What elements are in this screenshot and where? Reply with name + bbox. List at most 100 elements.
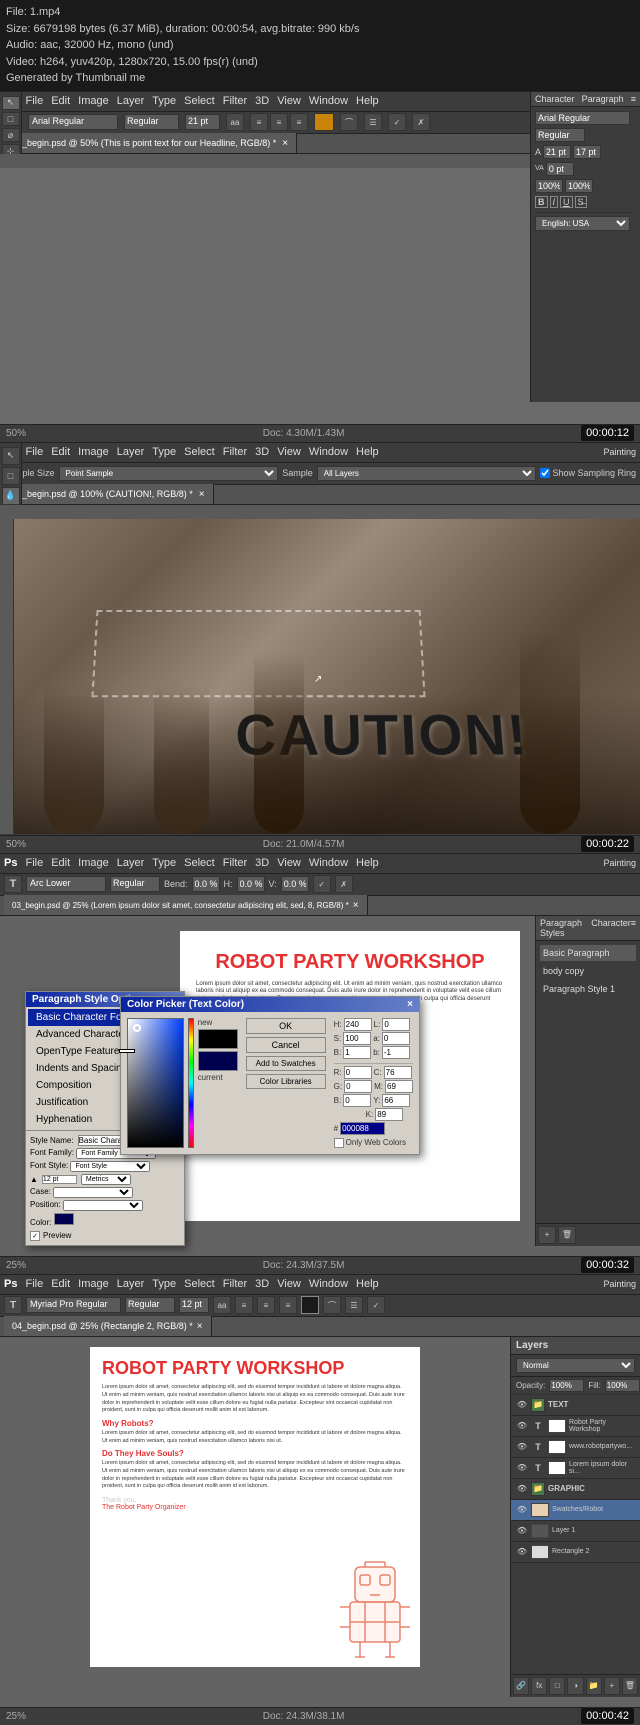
tab3-close-icon[interactable]: ×: [353, 900, 359, 911]
para-styles-tab[interactable]: Paragraph Styles: [540, 918, 591, 938]
menu4-3d[interactable]: 3D: [255, 1278, 269, 1290]
s3-style-input[interactable]: Regular: [110, 876, 160, 892]
menu4-image[interactable]: Image: [78, 1278, 109, 1290]
menu3-layer[interactable]: Layer: [117, 857, 145, 869]
menu-3d[interactable]: 3D: [255, 95, 269, 107]
layer-rect2[interactable]: 👁 Rectangle 2: [511, 1542, 640, 1563]
antialiasing-icon[interactable]: aa: [226, 113, 244, 131]
align-center-icon[interactable]: ≡: [270, 113, 288, 131]
cancel-type-icon[interactable]: ✗: [412, 113, 430, 131]
tab2-close-icon[interactable]: ×: [199, 489, 205, 500]
warp-text-icon[interactable]: ⌒: [340, 113, 358, 131]
layer-layer1[interactable]: 👁 Layer 1: [511, 1521, 640, 1542]
menu-select[interactable]: Select: [184, 95, 215, 107]
layer-graphic-group[interactable]: 👁 📁 GRAPHIC: [511, 1479, 640, 1500]
menu3-help[interactable]: Help: [356, 857, 379, 869]
s4-tool-icon[interactable]: T: [4, 1296, 22, 1314]
dialog-close-icon[interactable]: ×: [407, 999, 413, 1010]
layer-text-group[interactable]: 👁 📁 TEXT: [511, 1395, 640, 1416]
menu3-type[interactable]: Type: [152, 857, 176, 869]
s4-panels-icon[interactable]: ☰: [345, 1296, 363, 1314]
s3-font-input[interactable]: Arc Lower: [26, 876, 106, 892]
layer-eye-swatches[interactable]: 👁: [516, 1504, 528, 1516]
section2-tab[interactable]: 01_begin.psd @ 100% (CAUTION!, RGB/8) * …: [4, 484, 214, 504]
language-select[interactable]: English: USA: [535, 216, 630, 231]
web-colors-checkbox[interactable]: [334, 1138, 344, 1148]
color-gradient[interactable]: [127, 1018, 184, 1148]
menu-window[interactable]: Window: [309, 95, 348, 107]
menu2-3d[interactable]: 3D: [255, 446, 269, 458]
s4-size-input[interactable]: 12 pt: [179, 1297, 209, 1313]
link-layers-icon[interactable]: 🔗: [513, 1677, 529, 1695]
s4-style-input[interactable]: Regular: [125, 1297, 175, 1313]
menu4-view[interactable]: View: [277, 1278, 301, 1290]
char-vscale-input[interactable]: [565, 179, 593, 193]
matrix-select[interactable]: Metrics: [81, 1174, 131, 1185]
r-input[interactable]: [344, 1066, 372, 1079]
layer-swatches[interactable]: 👁 Swatches/Robot: [511, 1500, 640, 1521]
s4-commit-icon[interactable]: ✓: [367, 1296, 385, 1314]
layer-styles-icon[interactable]: fx: [531, 1677, 547, 1695]
menu3-window[interactable]: Window: [309, 857, 348, 869]
align-right-icon[interactable]: ≡: [290, 113, 308, 131]
text-color-swatch[interactable]: [314, 113, 334, 131]
opacity-input[interactable]: [549, 1379, 584, 1392]
s2-select-tool[interactable]: □: [2, 467, 20, 485]
s4-align-center[interactable]: ≡: [257, 1296, 275, 1314]
s3-commit-icon[interactable]: ✓: [313, 875, 331, 893]
b-input[interactable]: [343, 1046, 371, 1059]
char-font-input[interactable]: [535, 111, 630, 125]
s4-color-swatch[interactable]: [301, 1296, 319, 1314]
s4-font-input[interactable]: Myriad Pro Regular: [26, 1297, 121, 1313]
paragraph-label[interactable]: Paragraph: [582, 94, 624, 104]
menu2-file[interactable]: File: [25, 446, 43, 458]
para-style-1[interactable]: Paragraph Style 1: [540, 981, 636, 997]
toggle-panels-icon[interactable]: ☰: [364, 113, 382, 131]
layer-lorem[interactable]: 👁 T Lorem ipsum dolor si...: [511, 1458, 640, 1479]
underline-icon[interactable]: U: [560, 196, 573, 208]
menu2-help[interactable]: Help: [356, 446, 379, 458]
delete-style-icon[interactable]: 🗑: [558, 1226, 576, 1244]
menu2-edit[interactable]: Edit: [51, 446, 70, 458]
menu3-edit[interactable]: Edit: [51, 857, 70, 869]
char-tab[interactable]: Character: [591, 918, 631, 938]
menu4-file[interactable]: File: [25, 1278, 43, 1290]
character-label[interactable]: Character: [535, 94, 575, 104]
s3-bend-input[interactable]: [192, 876, 220, 892]
ok-button[interactable]: OK: [246, 1018, 326, 1034]
s2-move-tool[interactable]: ↖: [2, 447, 20, 465]
tab-close-icon[interactable]: ×: [282, 138, 288, 149]
menu2-view[interactable]: View: [277, 446, 301, 458]
menu3-ps[interactable]: Ps: [4, 857, 17, 869]
tab4-close-icon[interactable]: ×: [197, 1321, 203, 1332]
para-style-basic-paragraph[interactable]: Basic Paragraph: [540, 945, 636, 961]
char-style-input[interactable]: [535, 128, 585, 142]
menu2-select[interactable]: Select: [184, 446, 215, 458]
blend-mode-select[interactable]: Normal: [516, 1358, 635, 1373]
new-layer-icon[interactable]: +: [604, 1677, 620, 1695]
commit-icon[interactable]: ✓: [388, 113, 406, 131]
layer-eye-lorem[interactable]: 👁: [516, 1462, 528, 1474]
sample-select[interactable]: All Layers: [317, 466, 537, 481]
menu2-image[interactable]: Image: [78, 446, 109, 458]
y-input[interactable]: [382, 1094, 410, 1107]
c-input[interactable]: [384, 1066, 412, 1079]
layer-eye-text[interactable]: 👁: [516, 1399, 528, 1411]
color-swatch[interactable]: [54, 1213, 74, 1225]
hex-input[interactable]: [340, 1122, 385, 1135]
menu3-image[interactable]: Image: [78, 857, 109, 869]
layer-eye-web[interactable]: 👁: [516, 1441, 528, 1453]
char-leading-input[interactable]: [573, 145, 601, 159]
layer-eye-rp[interactable]: 👁: [516, 1420, 528, 1432]
delete-layer-icon[interactable]: 🗑: [622, 1677, 638, 1695]
menu2-type[interactable]: Type: [152, 446, 176, 458]
menu-filter[interactable]: Filter: [223, 95, 247, 107]
menu4-select[interactable]: Select: [184, 1278, 215, 1290]
menu-file[interactable]: File: [25, 95, 43, 107]
l-input[interactable]: [382, 1018, 410, 1031]
new-style-icon[interactable]: +: [538, 1226, 556, 1244]
fill-input[interactable]: [605, 1379, 640, 1392]
s3-cancel-icon[interactable]: ✗: [335, 875, 353, 893]
menu3-filter[interactable]: Filter: [223, 857, 247, 869]
menu4-edit[interactable]: Edit: [51, 1278, 70, 1290]
